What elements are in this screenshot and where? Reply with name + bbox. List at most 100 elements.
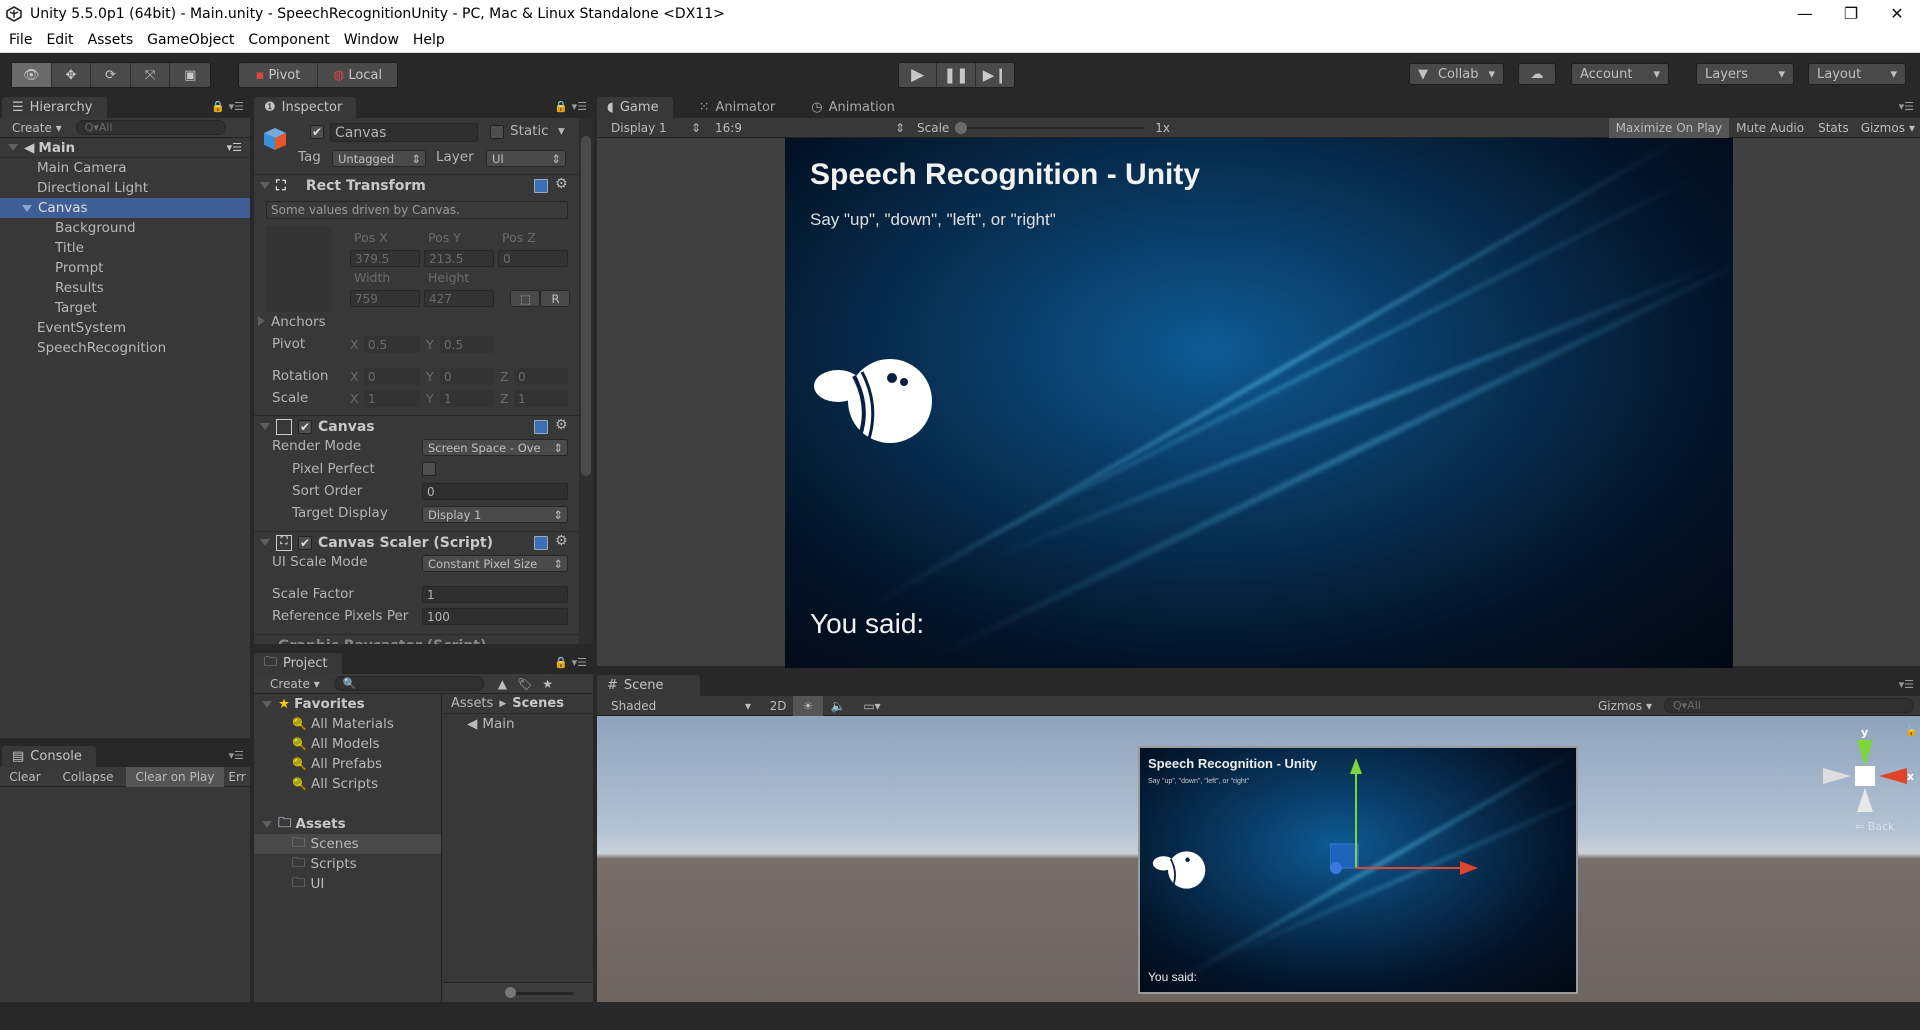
lock-icon[interactable]: 🔒 ▾☰ <box>211 100 244 113</box>
static-checkbox[interactable] <box>490 125 504 139</box>
filter-by-type-icon[interactable]: ▲ <box>498 677 507 691</box>
step-button[interactable]: ▶❙ <box>976 63 1014 87</box>
tab-game[interactable]: ◖ Game <box>597 97 673 118</box>
panel-menu-icon[interactable]: ▾☰ <box>1899 100 1914 113</box>
tab-console[interactable]: ▤ Console <box>2 746 96 767</box>
scene-gizmos-dropdown[interactable]: Gizmos ▾ <box>1598 699 1652 713</box>
canvas-component-header[interactable]: ✔ Canvas <box>254 415 579 437</box>
menu-assets[interactable]: Assets <box>81 32 141 48</box>
collab-dropdown[interactable]: ▼ Collab ▾ <box>1409 63 1504 85</box>
menu-edit[interactable]: Edit <box>39 32 80 48</box>
lock-icon[interactable]: 🔒 ▾☰ <box>554 656 587 669</box>
anchors-foldout[interactable]: Anchors <box>258 314 326 330</box>
folder-item-ui[interactable]: 🗀 UI <box>254 874 441 894</box>
object-name-input[interactable]: Canvas <box>330 123 478 142</box>
view-tool-button[interactable]: 👁 <box>12 63 52 87</box>
rect-tool-button[interactable]: ▣ <box>170 63 210 87</box>
folder-item-scripts[interactable]: 🗀 Scripts <box>254 854 441 874</box>
menu-component[interactable]: Component <box>241 32 336 48</box>
cloud-button[interactable]: ☁ <box>1518 63 1556 85</box>
console-error-pause-button[interactable]: Err <box>224 767 250 787</box>
menu-file[interactable]: File <box>0 32 39 48</box>
anchor-presets-button[interactable] <box>266 226 332 312</box>
collapse-triangle-icon[interactable] <box>260 182 270 189</box>
scale-z-field[interactable]: 1 <box>514 390 568 407</box>
favorite-item[interactable]: 🔍 All Prefabs <box>254 754 441 774</box>
expand-triangle-icon[interactable] <box>262 700 272 708</box>
folder-item-scenes[interactable]: 🗀 Scenes <box>254 834 441 854</box>
layer-dropdown[interactable]: UI ⇕ <box>486 150 566 167</box>
account-dropdown[interactable]: Account ▾ <box>1571 63 1669 85</box>
assets-header[interactable]: 🗀 Assets <box>254 814 441 834</box>
pivot-x-field[interactable]: 0.5 <box>364 336 420 353</box>
hierarchy-item-title[interactable]: Title <box>0 238 250 258</box>
canvas-scaler-enabled-checkbox[interactable]: ✔ <box>298 535 312 550</box>
icon-size-slider[interactable] <box>513 992 573 995</box>
move-handle-gizmo[interactable] <box>1330 756 1480 876</box>
pivot-button[interactable]: ▪ Pivot <box>239 63 318 87</box>
panel-menu-icon[interactable]: ▾☰ <box>1899 678 1914 691</box>
console-clear-button[interactable]: Clear <box>0 767 50 787</box>
scene-file-main[interactable]: ◀ Main <box>443 714 593 734</box>
pivot-y-field[interactable]: 0.5 <box>440 336 494 353</box>
gear-icon[interactable]: ⚙ <box>555 417 568 433</box>
blueprint-mode-button[interactable]: ⬚ <box>510 290 540 307</box>
tab-project[interactable]: 🗀 Project <box>254 653 342 674</box>
canvas-scaler-header[interactable]: ⛶ ✔ Canvas Scaler (Script) <box>254 531 579 553</box>
scale-slider[interactable] <box>955 121 1146 135</box>
render-mode-dropdown[interactable]: Screen Space - Ove ⇕ <box>422 439 568 456</box>
gizmo-x-cone-icon[interactable] <box>1879 768 1907 784</box>
active-checkbox[interactable]: ✔ <box>310 125 324 139</box>
canvas-enabled-checkbox[interactable]: ✔ <box>298 419 312 434</box>
scene-search-input[interactable]: Q▾All <box>1664 698 1914 713</box>
sort-order-field[interactable]: 0 <box>422 483 568 500</box>
pixel-perfect-checkbox[interactable] <box>422 462 436 476</box>
raw-edit-button[interactable]: R <box>540 290 570 307</box>
layout-dropdown[interactable]: Layout ▾ <box>1808 63 1906 85</box>
project-create-button[interactable]: Create ▾ <box>270 677 320 691</box>
hierarchy-item-background[interactable]: Background <box>0 218 250 238</box>
scene-canvas-preview[interactable]: Speech Recognition - Unity Say "up", "do… <box>1138 746 1578 994</box>
scale-tool-button[interactable]: ⤧ <box>131 63 171 87</box>
project-search-input[interactable]: 🔍 <box>333 676 484 691</box>
favorite-item[interactable]: 🔍 All Scripts <box>254 774 441 794</box>
target-display-dropdown[interactable]: Display 1 ⇕ <box>422 506 568 523</box>
minimize-button[interactable]: — <box>1782 0 1828 27</box>
stats-toggle[interactable]: Stats <box>1811 118 1856 138</box>
inspector-scrollbar[interactable] <box>579 118 593 644</box>
ref-pixels-field[interactable]: 100 <box>422 608 568 625</box>
tab-animator[interactable]: ⁙ Animator <box>689 97 790 118</box>
aspect-dropdown[interactable]: 16:9 ⇕ <box>715 121 905 135</box>
game-render[interactable]: Speech Recognition - Unity Say "up", "do… <box>785 138 1733 668</box>
tab-inspector[interactable]: ❶ Inspector <box>254 97 357 118</box>
play-button[interactable]: ▶ <box>899 63 938 87</box>
scale-y-field[interactable]: 1 <box>440 390 494 407</box>
maximize-on-play-toggle[interactable]: Maximize On Play <box>1608 117 1730 138</box>
gizmo-y-cone-icon[interactable] <box>1857 740 1873 766</box>
gear-icon[interactable]: ⚙ <box>555 533 568 549</box>
scale-x-field[interactable]: 1 <box>364 390 420 407</box>
console-clear-on-play-button[interactable]: Clear on Play <box>126 766 224 787</box>
collapse-triangle-icon[interactable] <box>260 539 270 546</box>
rotate-tool-button[interactable]: ⟳ <box>91 63 131 87</box>
layers-dropdown[interactable]: Layers ▾ <box>1696 63 1794 85</box>
hierarchy-item-prompt[interactable]: Prompt <box>0 258 250 278</box>
display-dropdown[interactable]: Display 1 ⇕ <box>611 121 701 135</box>
pause-button[interactable]: ❚❚ <box>937 63 976 87</box>
static-dropdown-icon[interactable]: ▾ <box>558 123 565 139</box>
ui-scale-mode-dropdown[interactable]: Constant Pixel Size ⇕ <box>422 555 568 572</box>
collapse-triangle-icon[interactable] <box>260 423 270 430</box>
rotation-x-field[interactable]: 0 <box>364 368 420 385</box>
help-icon[interactable] <box>534 179 548 193</box>
filter-by-label-icon[interactable]: 🏷 <box>517 677 532 691</box>
tag-dropdown[interactable]: Untagged ⇕ <box>332 150 426 167</box>
rotation-y-field[interactable]: 0 <box>440 368 494 385</box>
scene-menu-icon[interactable]: ▾☰ <box>227 141 242 154</box>
help-icon[interactable] <box>534 536 548 550</box>
scene-effects-dropdown[interactable]: ▭▾ <box>853 696 891 716</box>
mute-audio-toggle[interactable]: Mute Audio <box>1729 118 1811 138</box>
gizmo-center-cube[interactable] <box>1855 766 1875 786</box>
hierarchy-item-results[interactable]: Results <box>0 278 250 298</box>
x-axis-arrow-icon[interactable] <box>1460 861 1478 875</box>
hierarchy-item-target[interactable]: Target <box>0 298 250 318</box>
